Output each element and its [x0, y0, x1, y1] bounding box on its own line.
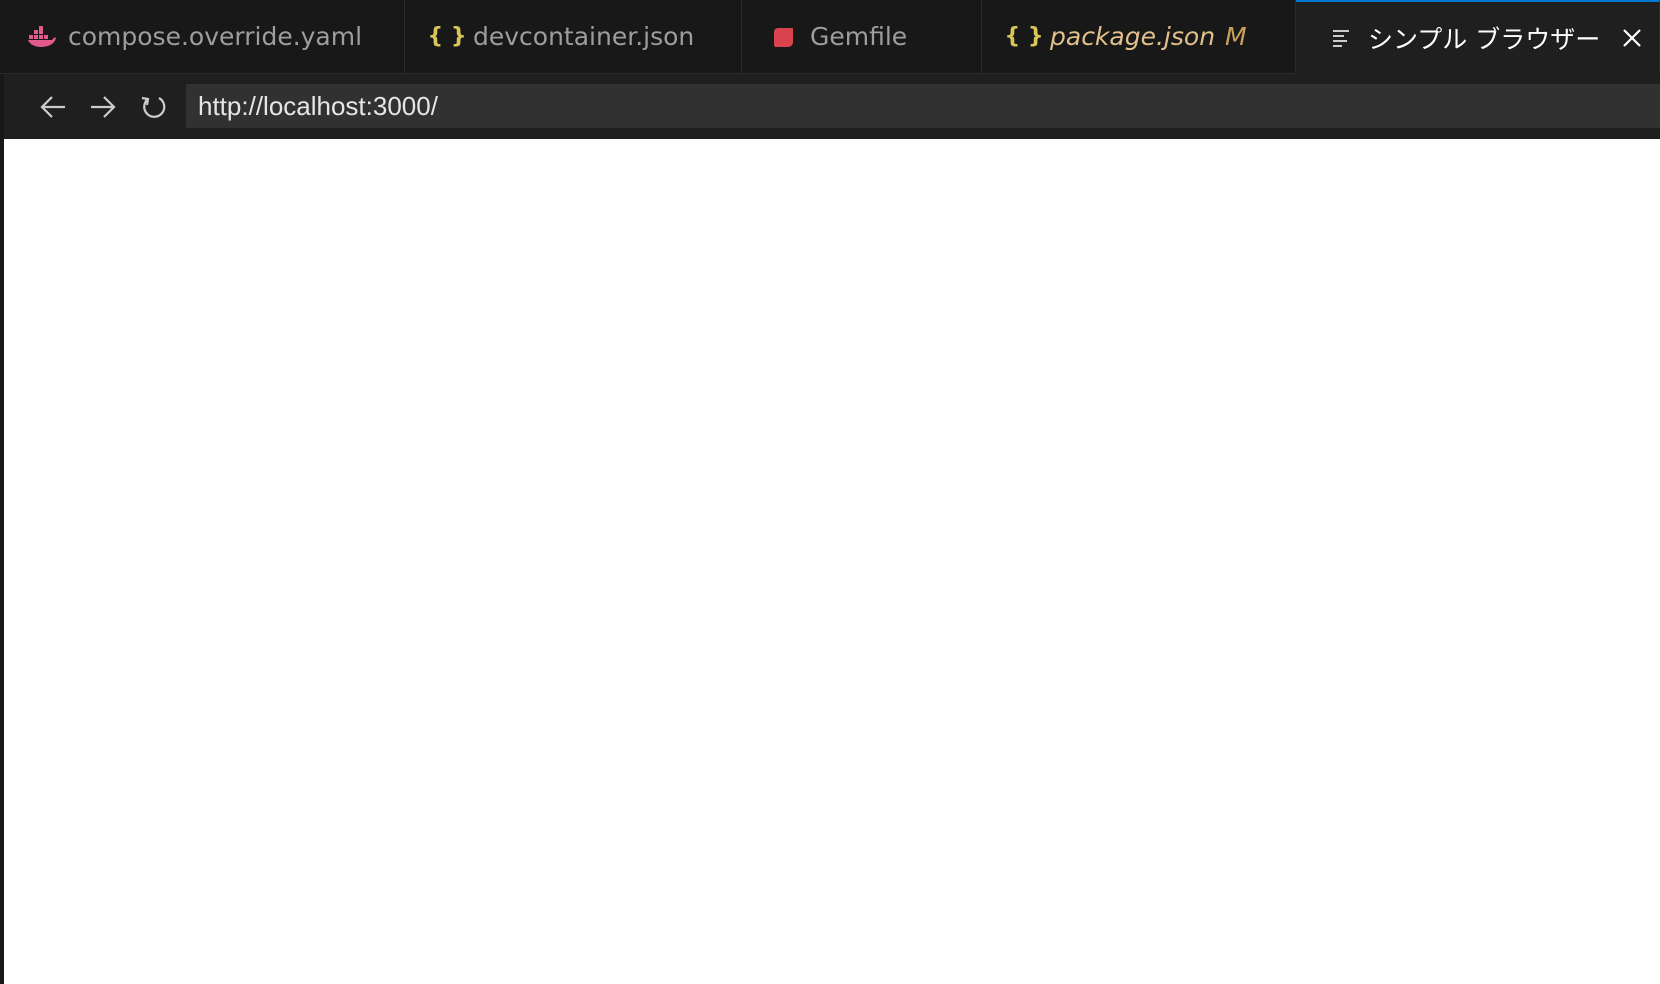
modified-badge: M: [1225, 22, 1247, 51]
ruby-gem-icon: [770, 26, 798, 48]
tab-label: シンプル ブラウザー: [1368, 25, 1601, 54]
arrow-left-icon: [40, 95, 65, 118]
reload-button[interactable]: [132, 86, 174, 128]
tab-label: devcontainer.json: [473, 22, 695, 51]
tab-bar: compose.override.yaml { } devcontainer.j…: [0, 0, 1660, 74]
tab-gemfile[interactable]: Gemfile: [742, 0, 982, 73]
editor-window: compose.override.yaml { } devcontainer.j…: [0, 0, 1660, 984]
back-button[interactable]: [32, 86, 74, 128]
close-icon[interactable]: [1619, 25, 1645, 51]
docker-icon: [28, 25, 56, 48]
url-input[interactable]: [186, 84, 1660, 128]
tab-devcontainer-json[interactable]: { } devcontainer.json: [405, 0, 742, 73]
tab-label: package.json: [1050, 22, 1216, 51]
refresh-icon: [141, 96, 166, 118]
tab-label: Gemfile: [810, 22, 908, 51]
json-braces-icon: { }: [1004, 24, 1044, 49]
tab-simple-browser[interactable]: シンプル ブラウザー: [1296, 0, 1660, 74]
arrow-right-icon: [91, 95, 116, 118]
forward-button[interactable]: [82, 86, 124, 128]
json-braces-icon: { }: [427, 24, 467, 49]
browser-toolbar: [4, 74, 1660, 139]
browser-viewport[interactable]: [4, 139, 1660, 984]
tab-package-json[interactable]: { } package.json M: [982, 0, 1296, 73]
preview-lines-icon: [1328, 28, 1356, 48]
tab-compose-override-yaml[interactable]: compose.override.yaml: [0, 0, 405, 73]
tab-label: compose.override.yaml: [68, 22, 363, 51]
